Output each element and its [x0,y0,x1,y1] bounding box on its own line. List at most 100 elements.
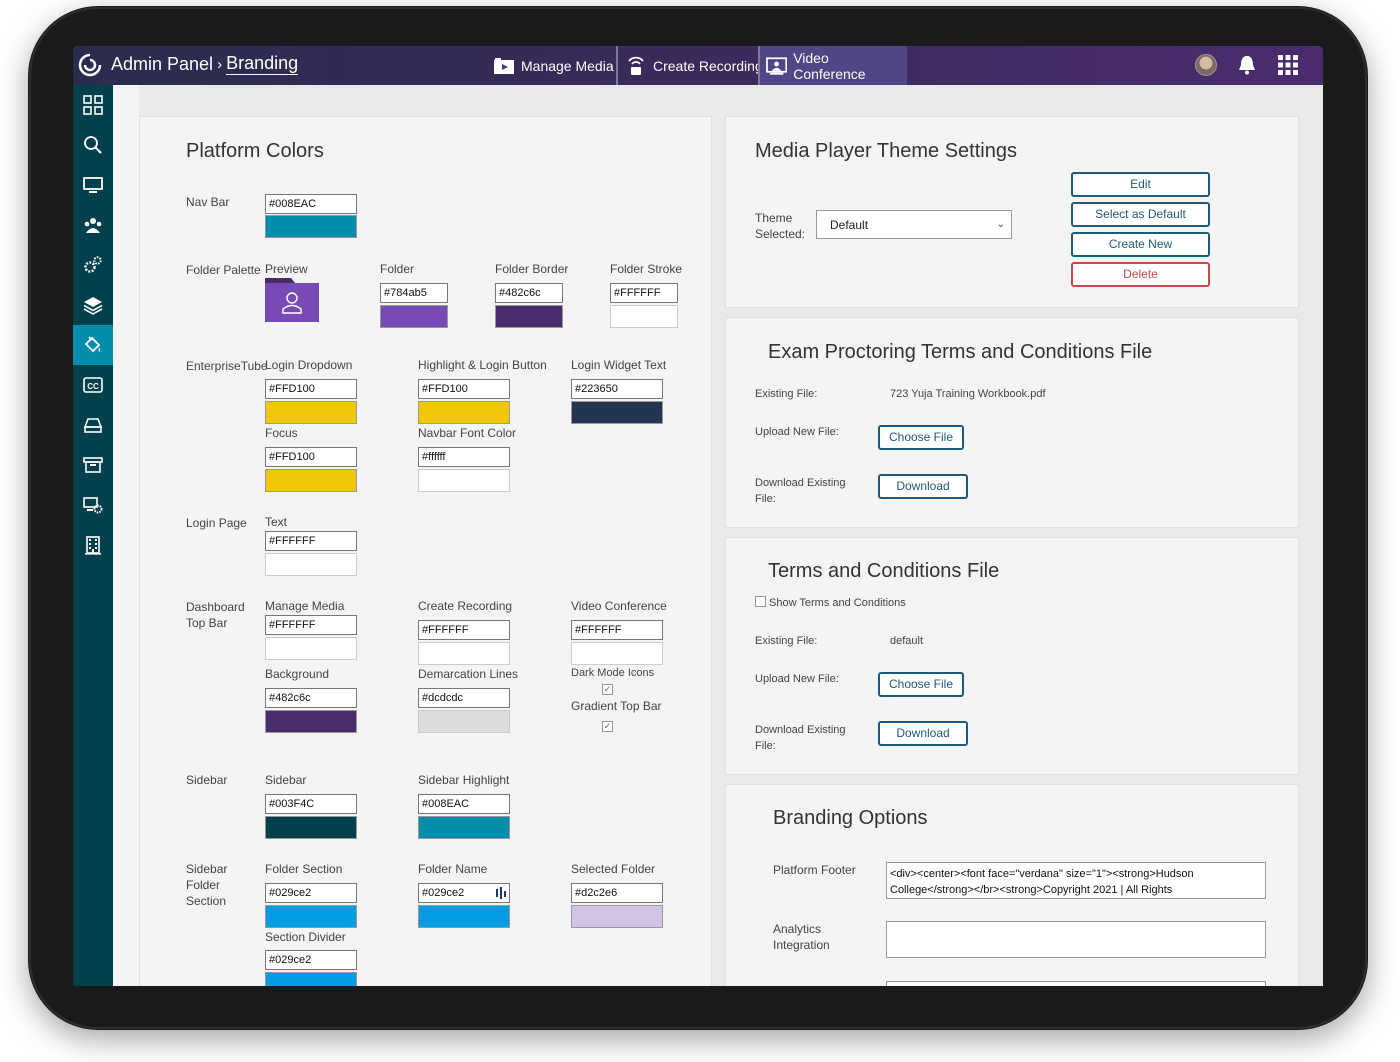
sidebar-item-layers[interactable] [73,285,113,325]
panel-title: Exam Proctoring Terms and Conditions Fil… [768,341,1153,363]
folder-border-swatch[interactable] [495,305,563,328]
gradient-checkbox[interactable]: ✓ [602,721,613,732]
nav-label: Create Recording [653,57,763,74]
show-terms-checkbox[interactable] [755,596,766,607]
video-conference-input[interactable] [571,620,663,640]
nav-label: Manage Media [521,57,614,74]
section-divider-swatch[interactable] [265,972,357,986]
sidebar-item-settings[interactable] [73,245,113,285]
folder-stroke-swatch[interactable] [610,305,678,328]
show-terms-label: Show Terms and Conditions [769,597,906,609]
focus-input[interactable] [265,447,357,467]
sidebar-color-input[interactable] [265,794,357,814]
bell-icon[interactable] [1237,54,1257,76]
folder-color-swatch[interactable] [380,305,448,328]
video-conference-swatch[interactable] [571,642,663,665]
navbar-font-input[interactable] [418,447,510,467]
choose-file-button[interactable]: Choose File [878,425,964,450]
highlight-swatch[interactable] [418,401,510,424]
analytics-textarea[interactable] [886,921,1266,958]
folder-section-swatch[interactable] [265,905,357,928]
panel-title: Platform Colors [186,140,324,162]
folder-section-input[interactable] [265,883,357,903]
highlight-input[interactable] [418,379,510,399]
platform-footer-textarea[interactable]: <div><center><font face="verdana" size="… [886,862,1266,899]
color-picker-icon[interactable] [496,887,506,899]
section-divider-input[interactable] [265,950,357,970]
breadcrumb-root[interactable]: Admin Panel [111,54,213,75]
sidebar-item-institution[interactable] [73,525,113,565]
highlight-label: Highlight & Login Button [418,358,547,372]
dark-mode-checkbox[interactable]: ✓ [602,684,613,695]
dashboard-icon [83,95,103,115]
logo-icon [78,53,102,77]
folder-border-label: Folder Border [495,262,569,276]
folder-name-label: Folder Name [418,862,488,876]
archive-icon [83,457,103,473]
manage-media-input[interactable] [265,615,357,635]
dark-mode-label: Dark Mode Icons [571,667,655,679]
choose-file-button[interactable]: Choose File [878,672,964,697]
folder-border-input[interactable] [495,283,563,303]
login-dropdown-input[interactable] [265,379,357,399]
theme-selected-label: Theme Selected: [755,211,806,241]
preview-label: Preview [265,262,308,276]
manage-media-label: Manage Media [265,599,345,613]
avatar[interactable] [1195,54,1217,76]
selected-folder-swatch[interactable] [571,905,663,928]
widget-text-swatch[interactable] [571,401,663,424]
login-page-footer-textarea[interactable] [886,981,1266,986]
sidebar-highlight-label: Sidebar Highlight [418,773,510,787]
create-recording-input[interactable] [418,620,510,640]
widget-text-input[interactable] [571,379,663,399]
sidebar-item-dashboard[interactable] [73,85,113,125]
select-default-button[interactable]: Select as Default [1071,202,1210,227]
sidebar-item-branding[interactable] [73,325,113,365]
login-text-input[interactable] [265,531,357,551]
platform-colors-panel: Platform Colors Nav Bar Folder Palette P… [139,116,712,986]
folder-section-label: Folder Section [265,862,343,876]
nav-manage-media[interactable]: Manage Media [487,46,620,85]
navbar-font-swatch[interactable] [418,469,510,492]
sidebar-color-swatch[interactable] [265,816,357,839]
sidebar-item-search[interactable] [73,125,113,165]
navbar-color-swatch[interactable] [265,215,357,238]
sidebar-item-devices[interactable] [73,485,113,525]
theme-select[interactable]: Default ⌄ [816,210,1012,239]
demarcation-swatch[interactable] [418,710,510,733]
manage-media-swatch[interactable] [265,637,357,660]
sidebar-item-archive[interactable] [73,445,113,485]
folder-name-swatch[interactable] [418,905,510,928]
delete-button[interactable]: Delete [1071,262,1210,287]
login-text-swatch[interactable] [265,553,357,576]
sidebar-item-users[interactable] [73,205,113,245]
selected-folder-input[interactable] [571,883,663,903]
create-recording-swatch[interactable] [418,642,510,665]
background-input[interactable] [265,688,357,708]
background-swatch[interactable] [265,710,357,733]
navbar-color-input[interactable] [265,194,357,214]
sidebar-item-storage[interactable] [73,405,113,445]
folder-stroke-input[interactable] [610,283,678,303]
focus-swatch[interactable] [265,469,357,492]
sidebar-item-monitor[interactable] [73,165,113,205]
top-right-icons [1195,54,1299,76]
create-new-button[interactable]: Create New [1071,232,1210,257]
folder-stroke-label: Folder Stroke [610,262,683,276]
nav-video-conference[interactable]: Video Conference [760,46,907,85]
login-dropdown-swatch[interactable] [265,401,357,424]
panel-title: Media Player Theme Settings [755,140,1017,162]
folder-color-input[interactable] [380,283,448,303]
top-bar: Admin Panel › Branding Manage Media Crea… [73,46,1323,85]
apps-grid-icon[interactable] [1277,54,1299,76]
demarcation-input[interactable] [418,688,510,708]
sidebar-highlight-swatch[interactable] [418,816,510,839]
download-button[interactable]: Download [878,721,968,746]
sidebar-highlight-input[interactable] [418,794,510,814]
sidebar-item-captions[interactable]: CC [73,365,113,405]
navbar-label: Nav Bar [186,195,230,209]
download-button[interactable]: Download [878,474,968,499]
nav-create-recording[interactable]: Create Recording [619,46,769,85]
edit-button[interactable]: Edit [1071,172,1210,197]
breadcrumb-separator: › [217,55,223,73]
